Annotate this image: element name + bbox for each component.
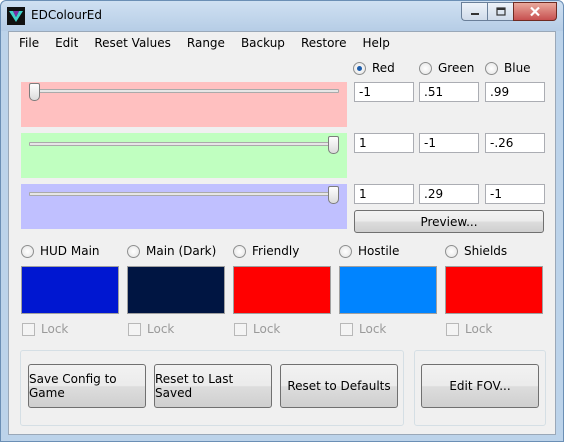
radio-green[interactable]: Green: [419, 61, 474, 75]
radio-red-indicator[interactable]: [353, 61, 366, 75]
lock-hostile-label: Lock: [359, 322, 387, 336]
matrix-r1-c2[interactable]: .51: [419, 82, 479, 102]
menu-bar: File Edit Reset Values Range Backup Rest…: [9, 32, 555, 54]
menu-edit[interactable]: Edit: [47, 32, 86, 54]
element-main-dark-radio[interactable]: [127, 244, 140, 258]
radio-red-label: Red: [372, 61, 395, 75]
lock-shields[interactable]: Lock: [446, 322, 492, 336]
matrix-r3-c3[interactable]: -1: [485, 184, 545, 204]
blue-slider-track[interactable]: [29, 192, 339, 196]
element-shields-radio[interactable]: [445, 244, 458, 258]
matrix-r1-c3[interactable]: .99: [485, 82, 545, 102]
element-hud-main-radio[interactable]: [21, 244, 34, 258]
matrix-r2-c2[interactable]: -1: [419, 133, 479, 153]
window-title: EDColourEd: [31, 8, 102, 22]
lock-friendly-checkbox[interactable]: [234, 322, 247, 336]
element-shields[interactable]: Shields: [445, 244, 507, 258]
close-button[interactable]: [513, 2, 557, 21]
radio-green-label: Green: [438, 61, 475, 75]
lock-hostile[interactable]: Lock: [340, 322, 386, 336]
preview-button[interactable]: Preview...: [354, 210, 544, 233]
lock-hostile-checkbox[interactable]: [340, 322, 353, 336]
menu-backup[interactable]: Backup: [233, 32, 293, 54]
radio-blue[interactable]: Blue: [485, 61, 531, 75]
red-slider-track[interactable]: [29, 89, 339, 93]
matrix-r1-c1[interactable]: -1: [354, 82, 414, 102]
lock-hud-main[interactable]: Lock: [22, 322, 68, 336]
minimize-button[interactable]: [461, 2, 487, 21]
menu-range[interactable]: Range: [179, 32, 233, 54]
edit-fov-button[interactable]: Edit FOV...: [421, 364, 539, 408]
menu-reset-values[interactable]: Reset Values: [86, 32, 179, 54]
swatch-hud-main[interactable]: [21, 266, 119, 314]
lock-friendly[interactable]: Lock: [234, 322, 280, 336]
element-friendly-radio[interactable]: [233, 244, 246, 258]
radio-red[interactable]: Red: [353, 61, 395, 75]
element-friendly[interactable]: Friendly: [233, 244, 299, 258]
close-icon: [530, 6, 540, 17]
radio-green-indicator[interactable]: [419, 61, 432, 75]
menu-file[interactable]: File: [11, 32, 47, 54]
minimize-icon: [470, 12, 479, 15]
caption-buttons: [461, 2, 557, 22]
matrix-r3-c1[interactable]: 1: [354, 184, 414, 204]
radio-blue-indicator[interactable]: [485, 61, 498, 75]
matrix-r2-c3[interactable]: -.26: [485, 133, 545, 153]
lock-shields-checkbox[interactable]: [446, 322, 459, 336]
element-shields-label: Shields: [464, 244, 508, 258]
green-slider-track[interactable]: [29, 142, 339, 146]
element-hostile-label: Hostile: [358, 244, 400, 258]
lock-shields-label: Lock: [465, 322, 493, 336]
matrix-r3-c2[interactable]: .29: [419, 184, 479, 204]
swatch-hostile[interactable]: [339, 266, 437, 314]
swatch-friendly[interactable]: [233, 266, 331, 314]
client-area: File Edit Reset Values Range Backup Rest…: [8, 31, 556, 435]
matrix-r2-c1[interactable]: 1: [354, 133, 414, 153]
app-window: EDColourEd File Edit Reset Values Range …: [0, 0, 564, 442]
title-bar[interactable]: EDColourEd: [1, 1, 563, 31]
green-slider-panel: [21, 133, 347, 178]
red-slider-panel: [21, 82, 347, 127]
swatch-main-dark[interactable]: [127, 266, 225, 314]
app-icon: [7, 7, 25, 25]
swatch-shields[interactable]: [445, 266, 543, 314]
element-main-dark[interactable]: Main (Dark): [127, 244, 216, 258]
lock-friendly-label: Lock: [253, 322, 281, 336]
reset-last-saved-button[interactable]: Reset to Last Saved: [154, 364, 272, 408]
blue-slider-panel: [21, 184, 347, 229]
green-slider-thumb[interactable]: [328, 136, 339, 154]
maximize-button[interactable]: [487, 2, 513, 21]
element-hud-main[interactable]: HUD Main: [21, 244, 100, 258]
menu-help[interactable]: Help: [354, 32, 397, 54]
lock-hud-main-checkbox[interactable]: [22, 322, 35, 336]
lock-main-dark[interactable]: Lock: [128, 322, 174, 336]
save-config-button[interactable]: Save Config to Game: [28, 364, 146, 408]
reset-defaults-button[interactable]: Reset to Defaults: [280, 364, 398, 408]
menu-restore[interactable]: Restore: [293, 32, 355, 54]
red-slider-thumb[interactable]: [29, 83, 40, 101]
lock-hud-main-label: Lock: [41, 322, 69, 336]
element-hostile[interactable]: Hostile: [339, 244, 399, 258]
element-hud-main-label: HUD Main: [40, 244, 100, 258]
element-hostile-radio[interactable]: [339, 244, 352, 258]
radio-blue-label: Blue: [504, 61, 531, 75]
element-friendly-label: Friendly: [252, 244, 300, 258]
element-main-dark-label: Main (Dark): [146, 244, 217, 258]
blue-slider-thumb[interactable]: [328, 186, 339, 204]
lock-main-dark-checkbox[interactable]: [128, 322, 141, 336]
lock-main-dark-label: Lock: [147, 322, 175, 336]
maximize-icon: [495, 7, 506, 16]
